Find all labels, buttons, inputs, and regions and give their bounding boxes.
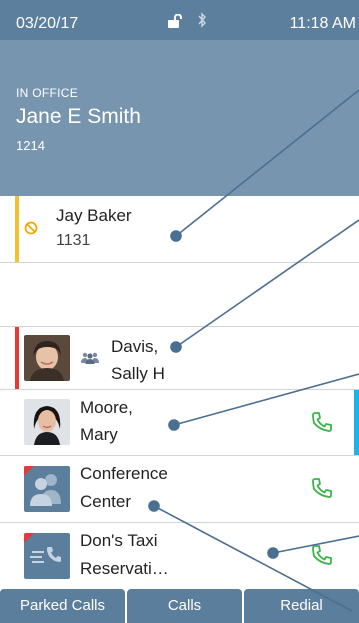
user-extension: 1214	[16, 138, 45, 153]
line-name: Conference	[80, 464, 168, 483]
line-key-moore-mary[interactable]: Moore, Mary	[0, 390, 359, 456]
busy-flag	[24, 533, 34, 543]
softkey-bar: Parked Calls Calls Redial	[0, 589, 359, 623]
dnd-status-bar	[15, 196, 19, 262]
line-key-conference-center[interactable]: Conference Center	[0, 456, 359, 523]
line-name-2: Reservati…	[80, 559, 169, 578]
busy-flag	[24, 466, 34, 476]
scroll-indicator	[354, 390, 359, 455]
status-time: 11:18 AM	[289, 15, 356, 32]
softkey-parked-calls[interactable]: Parked Calls	[0, 589, 125, 623]
contact-avatar-placeholder	[24, 466, 70, 512]
group-icon	[81, 352, 99, 364]
line-key-dons-taxi[interactable]: Don's Taxi Reservati…	[0, 523, 359, 589]
line-key-list: Jay Baker 1131 Davis, Sally H Moore, Mar…	[0, 196, 359, 589]
line-name: Jay Baker	[56, 206, 132, 225]
user-header: IN OFFICE Jane E Smith 1214	[0, 40, 359, 196]
line-key-davis-sally[interactable]: Davis, Sally H	[0, 327, 359, 390]
presence-status: IN OFFICE	[16, 86, 79, 100]
phone-icon[interactable]	[310, 543, 334, 567]
line-name-2: Mary	[80, 425, 118, 444]
line-name-2: Sally H	[111, 364, 165, 383]
phone-icon[interactable]	[310, 410, 334, 434]
softkey-calls[interactable]: Calls	[127, 589, 242, 623]
line-name: Davis,	[111, 337, 159, 356]
softkey-redial[interactable]: Redial	[244, 589, 359, 623]
busy-status-bar	[15, 327, 19, 389]
status-date: 03/20/17	[16, 15, 79, 32]
line-key-jay-baker[interactable]: Jay Baker 1131	[0, 196, 359, 263]
contact-avatar-photo	[24, 399, 70, 445]
line-name: Don's Taxi	[80, 531, 158, 550]
line-name-2: Center	[80, 492, 132, 511]
contact-avatar-photo	[24, 335, 70, 381]
line-key-empty[interactable]	[0, 263, 359, 327]
user-name: Jane E Smith	[16, 105, 141, 128]
line-extension: 1131	[56, 232, 91, 249]
bluetooth-icon	[197, 12, 207, 33]
contact-avatar-placeholder	[24, 533, 70, 579]
do-not-disturb-icon	[24, 221, 38, 235]
unlock-icon	[167, 13, 185, 33]
phone-icon[interactable]	[310, 476, 334, 500]
status-bar: 03/20/17 11:18 AM	[0, 0, 359, 40]
line-name: Moore,	[80, 398, 133, 417]
